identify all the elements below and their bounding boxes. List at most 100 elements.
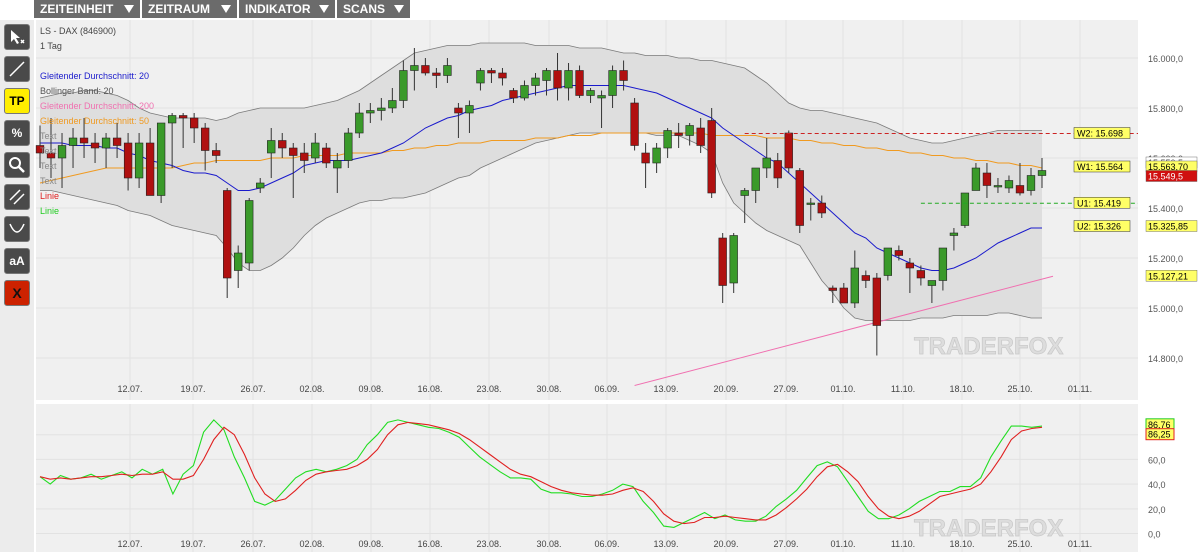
stoch-x-tick: 12.07.	[117, 539, 142, 549]
menu-indikator[interactable]: INDIKATOR	[239, 0, 335, 18]
candle-body	[916, 270, 926, 279]
x-tick-label: 09.08.	[358, 384, 383, 394]
candle-body	[322, 147, 331, 164]
candle-body	[982, 172, 992, 186]
candle-body	[861, 275, 870, 281]
x-tick-label: 02.08.	[299, 384, 324, 394]
candle-body	[79, 137, 89, 144]
candle-body	[597, 95, 606, 99]
candle-body	[553, 70, 562, 89]
stoch-x-tick: 27.09.	[773, 539, 798, 549]
chevron-down-icon	[319, 5, 329, 13]
candle-body	[443, 65, 452, 76]
candle-body	[740, 190, 749, 196]
stoch-x-tick: 16.08.	[417, 539, 442, 549]
candle-body	[674, 132, 683, 136]
candle-body	[795, 170, 804, 226]
candle-body	[267, 140, 276, 154]
candle-body	[828, 287, 837, 291]
candle-body	[278, 140, 287, 149]
percent-tool-button[interactable]: %	[4, 120, 30, 146]
candle-body	[839, 287, 848, 304]
stoch-x-tick: 11.10.	[891, 539, 915, 549]
parallel-lines-icon	[9, 189, 25, 205]
menu-zeitraum[interactable]: ZEITRAUM	[142, 0, 237, 18]
candle-body	[762, 157, 771, 169]
zoom-tool-button[interactable]	[4, 152, 30, 178]
y-tick-label: 16.000,0	[1148, 54, 1183, 64]
candle-body	[432, 72, 441, 76]
price-tag: 15.325,85	[1148, 222, 1188, 232]
candle-body	[178, 115, 188, 119]
menu-zeiteinheit[interactable]: ZEITEINHEIT	[34, 0, 140, 18]
arc-tool-button[interactable]	[4, 216, 30, 242]
stoch-x-tick: 26.07.	[240, 539, 265, 549]
x-tick-label: 23.08.	[476, 384, 501, 394]
y-tick-label: 15.400,0	[1148, 204, 1183, 214]
candle-body	[630, 102, 639, 146]
candle-body	[410, 65, 419, 71]
price-tag: 15.549,5	[1148, 172, 1183, 182]
candle-body	[729, 235, 738, 284]
stoch-x-tick: 01.11.	[1068, 539, 1092, 549]
stoch-x-tick: 30.08.	[536, 539, 561, 549]
candle-body	[531, 77, 540, 86]
line-tool-button[interactable]	[4, 56, 30, 82]
delete-tool-button[interactable]: X	[4, 280, 30, 306]
percent-label: %	[11, 126, 23, 140]
delete-label: X	[12, 285, 22, 301]
candle-body	[68, 137, 78, 146]
candle-body	[652, 147, 661, 164]
text-tool-button[interactable]: aA	[4, 248, 30, 274]
candle-body	[212, 150, 221, 156]
menu-indikator-label: INDIKATOR	[245, 2, 311, 16]
menu-zeiteinheit-label: ZEITEINHEIT	[40, 2, 114, 16]
text-tool-label: aA	[9, 254, 25, 268]
cursor-tool-button[interactable]	[4, 24, 30, 50]
legend-entry: Gleitender Durchschnitt: 20	[40, 71, 149, 81]
trendline-icon	[9, 61, 25, 77]
x-tick-label: 11.10.	[891, 384, 915, 394]
candle-body	[718, 237, 727, 286]
menu-scans[interactable]: SCANS	[337, 0, 410, 18]
stoch-x-tick: 01.10.	[830, 539, 855, 549]
timeframe-label: 1 Tag	[40, 41, 62, 51]
stoch-x-tick: 20.09.	[713, 539, 738, 549]
candle-body	[894, 250, 904, 256]
candle-body	[190, 117, 199, 129]
drawing-toolbar: TP % aA X	[0, 20, 34, 552]
tp-tool-button[interactable]: TP	[4, 88, 30, 114]
candle-body	[57, 145, 67, 159]
candle-body	[520, 85, 529, 99]
legend-entry: Text	[40, 161, 57, 171]
candle-body	[949, 232, 959, 236]
candle-body	[300, 152, 309, 161]
candle-body	[850, 267, 859, 304]
candle-body	[542, 70, 551, 81]
chevron-down-icon	[221, 5, 231, 13]
level-tag: W1: 15.564	[1077, 162, 1123, 172]
x-tick-label: 16.08.	[417, 384, 442, 394]
x-tick-label: 30.08.	[536, 384, 561, 394]
candle-body	[1015, 185, 1025, 194]
legend-entry: Linie	[40, 191, 59, 201]
candle-body	[663, 130, 672, 149]
x-tick-label: 06.09.	[594, 384, 619, 394]
candle-body	[707, 120, 716, 194]
menu-zeitraum-label: ZEITRAUM	[148, 2, 210, 16]
candle-body	[223, 190, 232, 279]
candle-body	[872, 277, 881, 326]
candle-body	[245, 200, 254, 264]
candle-body	[234, 252, 243, 271]
x-tick-label: 12.07.	[117, 384, 142, 394]
level-tag: U2: 15.326	[1077, 222, 1121, 232]
candle-body	[784, 132, 793, 169]
level-tag: W2: 15.698	[1077, 129, 1123, 139]
candle-body	[156, 122, 166, 196]
candle-body	[498, 72, 507, 79]
candle-body	[333, 160, 342, 169]
x-tick-label: 25.10.	[1007, 384, 1032, 394]
stoch-y-tick: 0,0	[1148, 530, 1161, 540]
candle-body	[905, 262, 915, 269]
channel-tool-button[interactable]	[4, 184, 30, 210]
